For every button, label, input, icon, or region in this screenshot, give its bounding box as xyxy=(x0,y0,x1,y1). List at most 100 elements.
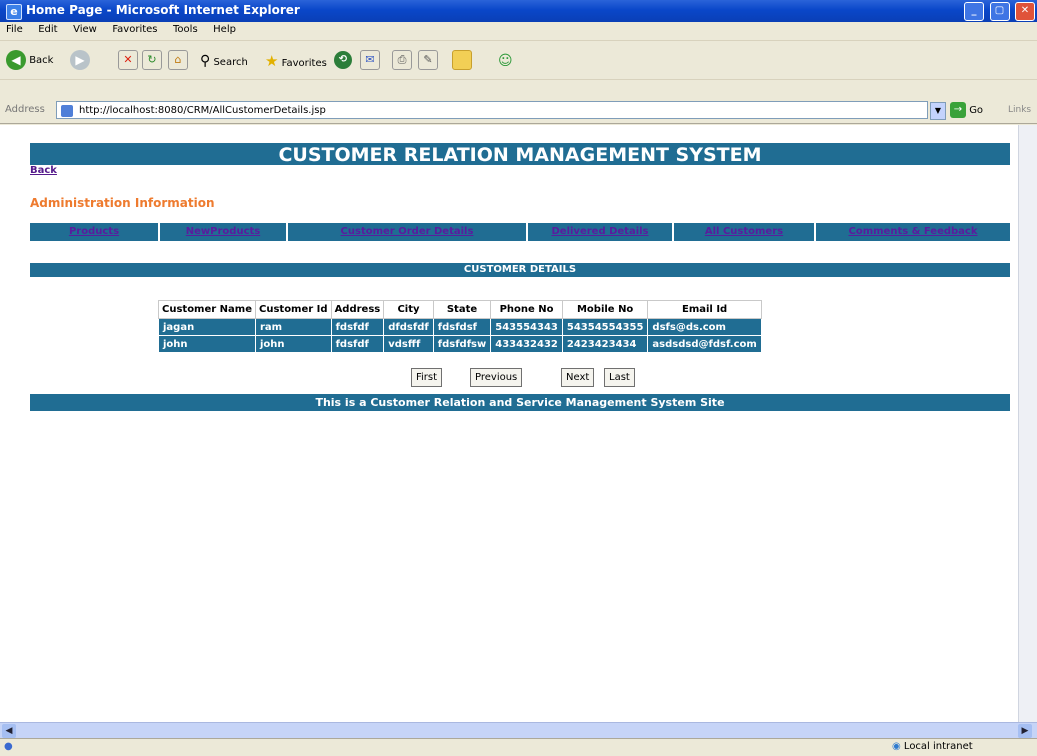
close-button[interactable]: ✕ xyxy=(1015,2,1035,21)
nav-comments-feedback[interactable]: Comments & Feedback xyxy=(816,223,1010,241)
table-row: john john fdsfdf vdsfff fdsfdfsw 4334324… xyxy=(158,335,762,353)
menu-bar: File Edit View Favorites Tools Help xyxy=(0,22,1037,41)
refresh-button[interactable]: ↻ xyxy=(142,50,162,72)
print-icon: ⎙ xyxy=(392,50,412,70)
table-cell: 2423423434 xyxy=(561,335,649,353)
vertical-scrollbar[interactable] xyxy=(1018,125,1037,722)
history-button[interactable]: ⟲ xyxy=(334,50,352,72)
stop-icon: ✕ xyxy=(118,50,138,70)
search-icon: ⚲ xyxy=(200,53,211,69)
messenger-icon: ☺ xyxy=(498,53,513,69)
col-customer-name: Customer Name xyxy=(158,300,256,319)
folder-button[interactable] xyxy=(452,50,472,72)
customer-details-title: CUSTOMER DETAILS xyxy=(30,263,1010,277)
page-footer: This is a Customer Relation and Service … xyxy=(30,394,1010,411)
col-state: State xyxy=(432,300,492,319)
go-arrow-icon: → xyxy=(950,102,966,118)
col-mobile: Mobile No xyxy=(561,300,649,319)
star-icon: ★ xyxy=(265,52,279,70)
col-phone: Phone No xyxy=(490,300,563,319)
table-cell: fdsfdf xyxy=(330,335,385,353)
col-email: Email Id xyxy=(647,300,762,319)
edit-icon: ✎ xyxy=(418,50,438,70)
customer-table: Customer Name Customer Id Address City S… xyxy=(158,300,762,353)
col-address: Address xyxy=(330,300,385,319)
table-cell: john xyxy=(158,335,256,353)
first-button[interactable]: First xyxy=(411,368,443,387)
refresh-icon: ↻ xyxy=(142,50,162,70)
go-button[interactable]: → Go xyxy=(950,102,983,118)
menu-view[interactable]: View xyxy=(67,22,103,37)
nav-delivered-details[interactable]: Delivered Details xyxy=(528,223,674,241)
menu-favorites[interactable]: Favorites xyxy=(106,22,163,37)
section-title: Administration Information xyxy=(30,196,215,210)
mail-icon: ✉ xyxy=(360,50,380,70)
table-cell: john xyxy=(255,335,332,353)
nav-all-customers[interactable]: All Customers xyxy=(674,223,816,241)
menu-tools[interactable]: Tools xyxy=(167,22,204,37)
table-cell: fdsfdsf xyxy=(432,318,492,336)
nav-customer-order-details[interactable]: Customer Order Details xyxy=(288,223,528,241)
window-titlebar: e Home Page - Microsoft Internet Explore… xyxy=(0,0,1037,22)
stop-button[interactable]: ✕ xyxy=(118,50,138,72)
page-status-icon: ● xyxy=(4,741,13,752)
menu-file[interactable]: File xyxy=(0,22,29,37)
page-header: CUSTOMER RELATION MANAGEMENT SYSTEM xyxy=(30,143,1010,166)
table-row: jagan ram fdsfdf dfdsfdf fdsfdsf 5435543… xyxy=(158,318,762,336)
back-button[interactable]: ◀ Back xyxy=(6,50,53,72)
maximize-button[interactable]: ▢ xyxy=(989,2,1010,21)
table-cell: jagan xyxy=(158,318,256,336)
table-cell: dsfs@ds.com xyxy=(647,318,762,336)
table-cell: asdsdsd@fdsf.com xyxy=(647,335,762,353)
previous-button[interactable]: Previous xyxy=(470,368,523,387)
address-dropdown-button[interactable]: ▼ xyxy=(930,102,946,120)
last-button[interactable]: Last xyxy=(604,368,635,387)
toolbar: ◀ Back ▶ ✕ ↻ ⌂ ⚲ Search ★ Favorites ⟲ ✉ … xyxy=(0,41,1037,80)
scroll-left-icon[interactable]: ◀ xyxy=(2,724,16,738)
search-button[interactable]: ⚲ Search xyxy=(200,50,248,72)
mail-button[interactable]: ✉ xyxy=(360,50,380,72)
window-title: Home Page - Microsoft Internet Explorer xyxy=(26,3,300,17)
forward-button[interactable]: ▶ xyxy=(70,50,90,72)
minimize-button[interactable]: _ xyxy=(964,2,984,21)
history-icon: ⟲ xyxy=(334,51,352,69)
table-header-row: Customer Name Customer Id Address City S… xyxy=(158,300,762,319)
messenger-button[interactable]: ☺ xyxy=(498,50,513,72)
address-label: Address xyxy=(5,104,45,115)
back-link[interactable]: Back xyxy=(30,165,57,176)
table-cell: ram xyxy=(255,318,332,336)
table-cell: 54354554355 xyxy=(561,318,649,336)
address-bar: Address http://localhost:8080/CRM/AllCus… xyxy=(0,99,1037,124)
home-icon: ⌂ xyxy=(168,50,188,70)
next-button[interactable]: Next xyxy=(561,368,595,387)
horizontal-scrollbar[interactable]: ◀ ▶ xyxy=(0,722,1037,739)
table-cell: fdsfdfsw xyxy=(432,335,492,353)
scroll-right-icon[interactable]: ▶ xyxy=(1018,724,1032,738)
page-content: CUSTOMER RELATION MANAGEMENT SYSTEM Back… xyxy=(0,125,1018,722)
table-cell: 543554343 xyxy=(490,318,563,336)
nav-products[interactable]: Products xyxy=(30,223,160,241)
nav-newproducts[interactable]: NewProducts xyxy=(160,223,288,241)
col-customer-id: Customer Id xyxy=(255,300,332,319)
col-city: City xyxy=(383,300,434,319)
folder-icon xyxy=(452,50,472,70)
ie-icon: e xyxy=(6,4,22,20)
back-arrow-icon: ◀ xyxy=(6,50,26,70)
page-icon xyxy=(61,105,73,117)
intranet-icon: ◉ xyxy=(892,741,901,752)
forward-arrow-icon: ▶ xyxy=(70,50,90,70)
print-button[interactable]: ⎙ xyxy=(392,50,412,72)
links-button[interactable]: Links xyxy=(1008,105,1031,115)
table-cell: 433432432 xyxy=(490,335,563,353)
table-cell: vdsfff xyxy=(383,335,434,353)
menu-help[interactable]: Help xyxy=(207,22,242,37)
home-button[interactable]: ⌂ xyxy=(168,50,188,72)
table-cell: fdsfdf xyxy=(330,318,385,336)
address-input[interactable]: http://localhost:8080/CRM/AllCustomerDet… xyxy=(56,101,928,119)
status-bar: ● ◉ Local intranet xyxy=(0,738,1037,756)
favorites-button[interactable]: ★ Favorites xyxy=(265,50,327,72)
menu-edit[interactable]: Edit xyxy=(32,22,63,37)
table-cell: dfdsfdf xyxy=(383,318,434,336)
edit-button[interactable]: ✎ xyxy=(418,50,438,72)
security-zone: ◉ Local intranet xyxy=(892,741,973,752)
